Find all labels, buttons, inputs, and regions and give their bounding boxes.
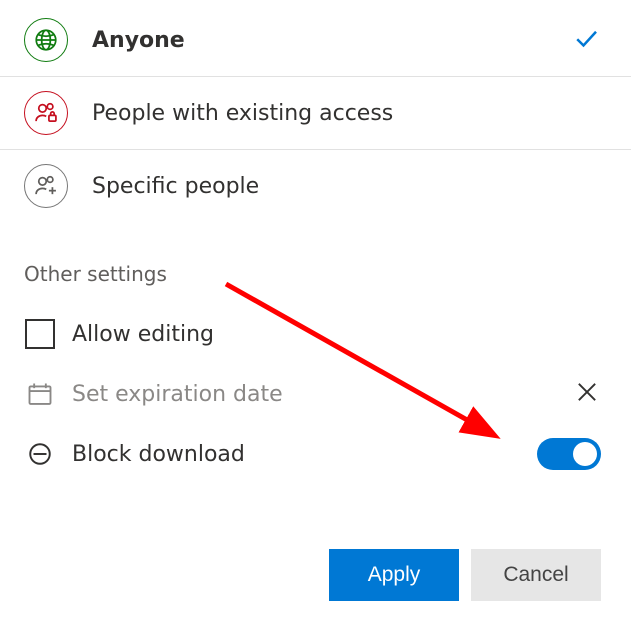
- setting-label: Allow editing: [72, 322, 214, 347]
- block-download-row: Block download: [24, 424, 607, 484]
- allow-editing-checkbox[interactable]: [24, 318, 56, 350]
- option-label: Anyone: [92, 28, 185, 53]
- block-icon: [24, 438, 56, 470]
- toggle-knob: [573, 442, 597, 466]
- people-plus-icon: [24, 164, 68, 208]
- other-settings-heading: Other settings: [0, 222, 631, 304]
- calendar-icon: [24, 378, 56, 410]
- dialog-buttons: Apply Cancel: [329, 549, 601, 601]
- setting-label: Block download: [72, 442, 245, 467]
- other-settings-list: Allow editing Set expiration date: [0, 304, 631, 484]
- option-label: People with existing access: [92, 101, 393, 126]
- setting-label: Set expiration date: [72, 382, 283, 407]
- sharing-option-specific-people[interactable]: Specific people: [0, 150, 631, 222]
- block-download-toggle[interactable]: [537, 438, 601, 470]
- globe-icon: [24, 18, 68, 62]
- apply-button[interactable]: Apply: [329, 549, 459, 601]
- option-label: Specific people: [92, 174, 259, 199]
- clear-expiration-icon[interactable]: [573, 378, 601, 410]
- sharing-option-anyone[interactable]: Anyone: [0, 4, 631, 77]
- set-expiration-row[interactable]: Set expiration date: [24, 364, 607, 424]
- sharing-option-existing-access[interactable]: People with existing access: [0, 77, 631, 150]
- check-icon: [571, 23, 601, 57]
- cancel-button[interactable]: Cancel: [471, 549, 601, 601]
- people-lock-icon: [24, 91, 68, 135]
- allow-editing-row[interactable]: Allow editing: [24, 304, 607, 364]
- sharing-options-list: Anyone People with existing access: [0, 0, 631, 222]
